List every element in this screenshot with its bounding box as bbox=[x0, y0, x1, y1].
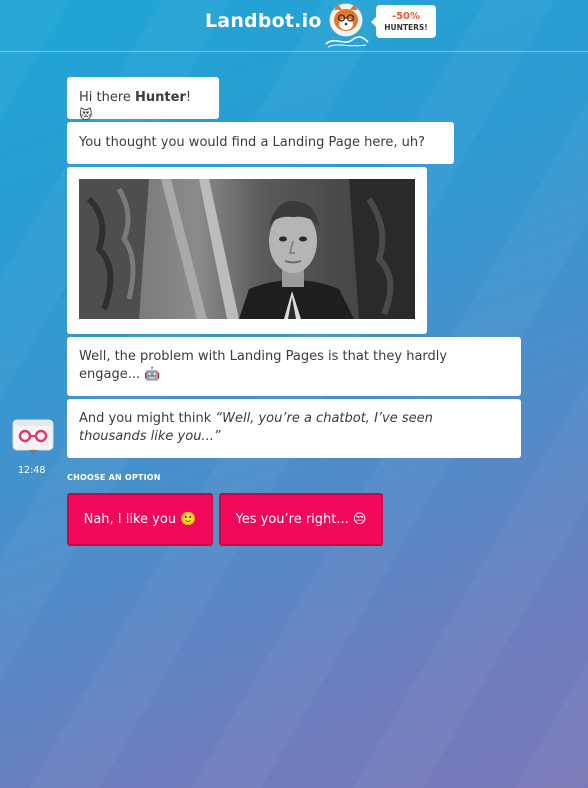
chat-message: Well, the problem with Landing Pages is … bbox=[67, 337, 521, 396]
unamused-emoji-icon: 😒 bbox=[352, 512, 367, 527]
chat-message: And you might think “Well, you’re a chat… bbox=[67, 399, 521, 458]
message-text: You thought you would find a Landing Pag… bbox=[79, 135, 426, 150]
message-quote: thousands like you...” bbox=[79, 429, 221, 444]
producthunt-kitty-icon[interactable] bbox=[322, 2, 370, 48]
promo-label: HUNTERS! bbox=[384, 23, 428, 32]
message-line: engage... bbox=[79, 367, 145, 382]
option-button-youre-right[interactable]: Yes you’re right... 😒 bbox=[219, 493, 383, 546]
cat-emoji-icon: 😻 bbox=[79, 108, 93, 123]
promo-percent: -50% bbox=[391, 11, 421, 22]
option-label: Nah, I like you bbox=[83, 512, 181, 527]
greeting-text: Hi there bbox=[79, 90, 136, 105]
chat-message: You thought you would find a Landing Pag… bbox=[67, 122, 454, 164]
promo-badge[interactable]: -50% HUNTERS! bbox=[371, 5, 436, 38]
option-button-like-you[interactable]: Nah, I like you 🙂 bbox=[67, 493, 213, 546]
greeting-suffix: ! bbox=[185, 90, 192, 105]
message-timestamp: 12:48 bbox=[18, 465, 46, 476]
message-quote: “Well, you’re a chatbot, I’ve seen bbox=[215, 411, 433, 426]
message-text: And you might think bbox=[79, 411, 216, 426]
robot-emoji-icon: 🤖 bbox=[144, 367, 161, 382]
chat-message-greeting: Hi there Hunter! 😻 bbox=[67, 77, 219, 123]
choose-option-label: CHOOSE AN OPTION bbox=[67, 473, 161, 482]
greeting-name: Hunter bbox=[135, 90, 186, 105]
option-label: Yes you’re right... bbox=[235, 512, 353, 527]
reaction-gif-image bbox=[79, 179, 415, 319]
chat-message-gif bbox=[67, 167, 427, 334]
header-bar: Landbot.io -50% HUNTERS! bbox=[0, 0, 588, 52]
smile-emoji-icon: 🙂 bbox=[180, 512, 197, 527]
brand-title[interactable]: Landbot.io bbox=[205, 10, 322, 32]
robot-glasses-icon bbox=[12, 419, 54, 455]
message-line: Well, the problem with Landing Pages is … bbox=[79, 349, 448, 364]
